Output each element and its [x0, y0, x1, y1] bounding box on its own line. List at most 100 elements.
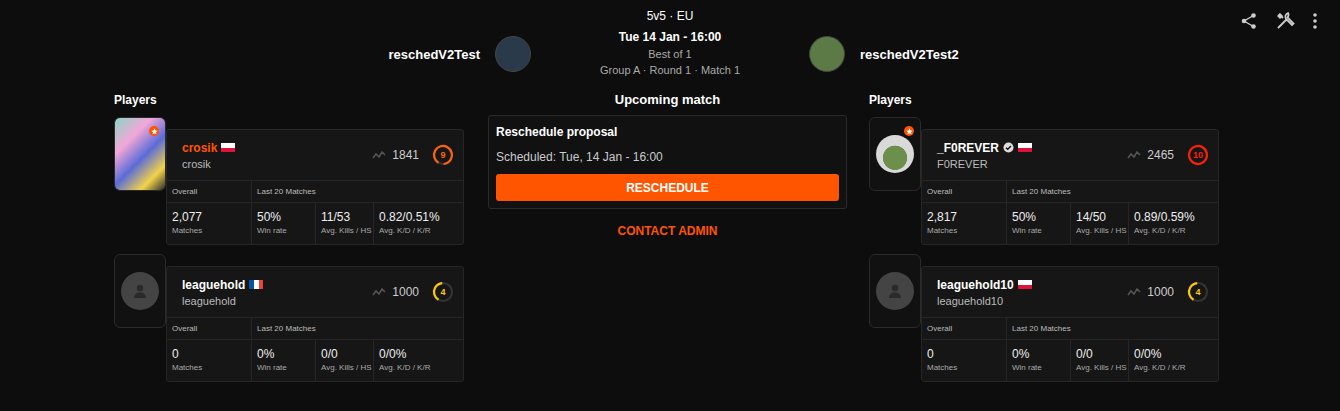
- stats-table: Overall Last 20 Matches 2,817 Matches50%…: [922, 180, 1218, 244]
- elo: 1841: [392, 148, 419, 162]
- team-roster: Players _F0REVER F0REVER 2465 10 Overall…: [869, 92, 1221, 391]
- stats-header: Last 20 Matches: [251, 318, 463, 340]
- trend-icon: [1127, 151, 1141, 159]
- stats-header: Overall: [167, 318, 251, 340]
- player-card: leaguehold10 leaguehold10 1000 4 Overall…: [921, 266, 1219, 382]
- match-header: reschedV2Test 5v5 · EU Tue 14 Jan - 16:0…: [0, 0, 1340, 78]
- stat-cell: 2,077 Matches: [167, 203, 251, 244]
- player-card: crosik crosik 1841 9 Overall Last 20 Mat…: [166, 129, 464, 245]
- stats-header: Overall: [167, 181, 251, 203]
- stats-header: Overall: [922, 181, 1006, 203]
- flag-icon: [221, 143, 235, 152]
- players-label: Players: [114, 92, 466, 108]
- reschedule-card: Reschedule proposal Scheduled: Tue, 14 J…: [488, 115, 847, 209]
- player-name[interactable]: leaguehold: [182, 278, 245, 292]
- reschedule-title: Reschedule proposal: [496, 124, 839, 140]
- tools-icon[interactable]: [1275, 11, 1295, 31]
- stat-cell: 14/50 Avg. Kills / HS: [1070, 203, 1128, 244]
- avatar-placeholder: [121, 272, 159, 310]
- player-avatar[interactable]: [114, 254, 166, 328]
- player-nickname: leaguehold10: [937, 295, 1032, 307]
- avatar-placeholder: [876, 272, 914, 310]
- player-avatar[interactable]: [869, 117, 921, 191]
- player-avatar[interactable]: [869, 254, 921, 328]
- stats-table: Overall Last 20 Matches 0 Matches0% Win …: [167, 317, 463, 381]
- upcoming-title: Upcoming match: [488, 92, 847, 108]
- flag-icon: [1018, 143, 1032, 152]
- match-page: reschedV2Test 5v5 · EU Tue 14 Jan - 16:0…: [0, 0, 1340, 411]
- team[interactable]: reschedV2Test2: [809, 36, 1340, 72]
- user-icon: [132, 283, 148, 299]
- team-name[interactable]: reschedV2Test: [388, 47, 480, 62]
- match-info: 5v5 · EU Tue 14 Jan - 16:00 Best of 1 Gr…: [531, 8, 809, 78]
- player-name[interactable]: crosik: [182, 141, 217, 155]
- skill-level: 4: [1186, 280, 1210, 304]
- flag-icon: [249, 280, 263, 289]
- premium-badge-icon: [904, 126, 914, 136]
- stat-cell: 0/0 Avg. Kills / HS: [1070, 340, 1128, 381]
- more-icon[interactable]: [1312, 12, 1318, 30]
- stat-cell: 0% Win rate: [251, 340, 315, 381]
- premium-badge-icon: [149, 126, 159, 136]
- stats-header: Last 20 Matches: [251, 181, 463, 203]
- player-row: crosik crosik 1841 9 Overall Last 20 Mat…: [114, 117, 466, 245]
- stats-table: Overall Last 20 Matches 0 Matches0% Win …: [922, 317, 1218, 381]
- trend-icon: [372, 151, 386, 159]
- player-card: _F0REVER F0REVER 2465 10 Overall Last 20…: [921, 129, 1219, 245]
- trend-icon: [372, 288, 386, 296]
- share-icon[interactable]: [1240, 12, 1258, 30]
- contact-admin-link[interactable]: CONTACT ADMIN: [488, 224, 847, 238]
- stat-cell: 0.89/0.59% Avg. K/D / K/R: [1128, 203, 1218, 244]
- elo: 1000: [392, 285, 419, 299]
- player-row: _F0REVER F0REVER 2465 10 Overall Last 20…: [869, 117, 1221, 245]
- players-label: Players: [869, 92, 1221, 108]
- user-icon: [887, 283, 903, 299]
- stat-cell: 2,817 Matches: [922, 203, 1006, 244]
- stats-header: Last 20 Matches: [1006, 181, 1218, 203]
- skill-level: 4: [431, 280, 455, 304]
- stat-cell: 11/53 Avg. Kills / HS: [315, 203, 373, 244]
- stat-cell: 0.82/0.51% Avg. K/D / K/R: [373, 203, 463, 244]
- stat-cell: 50% Win rate: [1006, 203, 1070, 244]
- player-row: leaguehold leaguehold 1000 4 Overall Las…: [114, 254, 466, 382]
- elo: 2465: [1147, 148, 1174, 162]
- stat-cell: 0/0% Avg. K/D / K/R: [1128, 340, 1218, 381]
- stat-cell: 0/0% Avg. K/D / K/R: [373, 340, 463, 381]
- skill-level: 10: [1186, 143, 1210, 167]
- team-name[interactable]: reschedV2Test2: [860, 47, 959, 62]
- toolbar: [1240, 11, 1318, 31]
- stat-cell: 0/0 Avg. Kills / HS: [315, 340, 373, 381]
- player-row: leaguehold10 leaguehold10 1000 4 Overall…: [869, 254, 1221, 382]
- match-stage: Group A · Round 1 · Match 1: [531, 62, 809, 78]
- skill-level: 9: [431, 143, 455, 167]
- stat-cell: 0 Matches: [922, 340, 1006, 381]
- team-avatar[interactable]: [495, 36, 531, 72]
- reschedule-button[interactable]: RESCHEDULE: [496, 174, 839, 201]
- verified-icon: [1003, 142, 1014, 153]
- player-nickname: leaguehold: [182, 295, 263, 307]
- stat-cell: 0 Matches: [167, 340, 251, 381]
- match-datetime: Tue 14 Jan - 16:00: [531, 29, 809, 46]
- elo: 1000: [1147, 285, 1174, 299]
- stat-cell: 0% Win rate: [1006, 340, 1070, 381]
- trend-icon: [1127, 288, 1141, 296]
- player-name[interactable]: leaguehold10: [937, 278, 1014, 292]
- team-avatar[interactable]: [809, 36, 845, 72]
- stats-table: Overall Last 20 Matches 2,077 Matches50%…: [167, 180, 463, 244]
- team-roster: Players crosik crosik 1841 9 Overall Las…: [114, 92, 466, 391]
- player-nickname: F0REVER: [937, 158, 1032, 170]
- best-of: Best of 1: [531, 46, 809, 62]
- stats-header: Overall: [922, 318, 1006, 340]
- scheduled-time: Scheduled: Tue, 14 Jan - 16:00: [496, 149, 839, 165]
- team[interactable]: reschedV2Test: [0, 36, 531, 72]
- player-card: leaguehold leaguehold 1000 4 Overall Las…: [166, 266, 464, 382]
- avatar-photo: [876, 135, 914, 173]
- upcoming-match: Upcoming match Reschedule proposal Sched…: [488, 92, 847, 391]
- player-nickname: crosik: [182, 158, 235, 170]
- stat-cell: 50% Win rate: [251, 203, 315, 244]
- flag-icon: [1018, 280, 1032, 289]
- match-format: 5v5 · EU: [531, 8, 809, 25]
- player-avatar[interactable]: [114, 117, 166, 191]
- player-name[interactable]: _F0REVER: [937, 141, 999, 155]
- stats-header: Last 20 Matches: [1006, 318, 1218, 340]
